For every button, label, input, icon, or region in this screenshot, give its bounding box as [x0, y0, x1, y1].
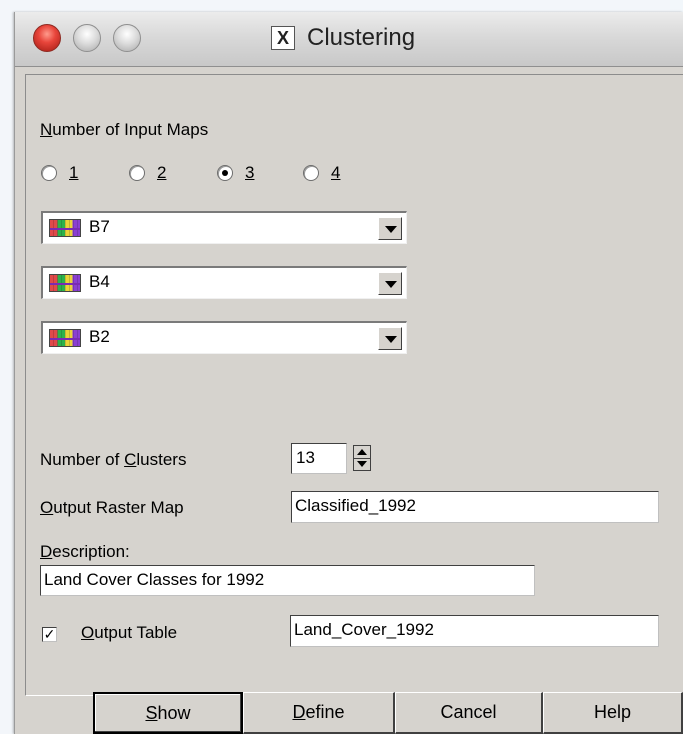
- show-button[interactable]: Show: [93, 692, 243, 734]
- output-table-checkbox[interactable]: ✓: [42, 627, 57, 642]
- input-map-1-select[interactable]: B7: [41, 211, 407, 244]
- title-bar[interactable]: X Clustering: [15, 12, 683, 67]
- cancel-button[interactable]: Cancel: [395, 692, 543, 734]
- zoom-window-button[interactable]: [113, 24, 141, 52]
- radio-button-3[interactable]: [217, 165, 233, 181]
- radio-option-4[interactable]: 4: [303, 162, 340, 184]
- description-input[interactable]: Land Cover Classes for 1992: [40, 565, 535, 596]
- help-button[interactable]: Help: [543, 692, 683, 734]
- clusters-stepper-buttons[interactable]: [353, 445, 371, 471]
- define-button[interactable]: Define: [243, 692, 395, 734]
- dialog-panel: [25, 74, 683, 696]
- clusters-value: 13: [296, 448, 315, 467]
- input-map-3-value: B2: [89, 327, 110, 346]
- input-map-1-value: B7: [89, 217, 110, 236]
- minimize-window-button[interactable]: [73, 24, 101, 52]
- raster-map-icon: [49, 329, 81, 347]
- radio-button-2[interactable]: [129, 165, 145, 181]
- clusters-stepper-field[interactable]: 13: [291, 443, 347, 474]
- stepper-down-icon[interactable]: [357, 461, 367, 467]
- raster-map-icon: [49, 219, 81, 237]
- output-table-label: Output Table: [81, 623, 178, 642]
- stepper-up-icon[interactable]: [357, 449, 367, 455]
- radio-label-4: 4: [331, 163, 341, 182]
- radio-label-3: 3: [245, 163, 255, 182]
- stepper-divider: [354, 458, 370, 459]
- input-map-2-value: B4: [89, 272, 110, 291]
- output-table-input[interactable]: Land_Cover_1992: [290, 615, 659, 647]
- raster-map-icon: [49, 274, 81, 292]
- radio-button-4[interactable]: [303, 165, 319, 181]
- description-label: Description:: [40, 542, 130, 561]
- clusters-label: Number of Clusters: [40, 450, 187, 469]
- dropdown-arrow-icon[interactable]: [378, 272, 402, 295]
- output-raster-label: Output Raster Map: [40, 498, 184, 517]
- radio-label-1: 1: [69, 163, 79, 182]
- radio-label-2: 2: [157, 163, 167, 182]
- input-maps-label: Number of Input Maps: [40, 120, 209, 139]
- close-window-button[interactable]: [33, 24, 61, 52]
- radio-option-2[interactable]: 2: [129, 162, 166, 184]
- radio-option-1[interactable]: 1: [41, 162, 78, 184]
- radio-button-1[interactable]: [41, 165, 57, 181]
- input-map-3-select[interactable]: B2: [41, 321, 407, 354]
- dropdown-arrow-icon[interactable]: [378, 327, 402, 350]
- window-title: Clustering: [307, 24, 416, 51]
- clustering-dialog: X Clustering Number of Input Maps 1 2 3 …: [14, 12, 683, 734]
- output-raster-input[interactable]: Classified_1992: [291, 491, 659, 523]
- app-icon: X: [271, 26, 295, 50]
- dropdown-arrow-icon[interactable]: [378, 217, 402, 240]
- input-map-2-select[interactable]: B4: [41, 266, 407, 299]
- radio-option-3[interactable]: 3: [217, 162, 254, 184]
